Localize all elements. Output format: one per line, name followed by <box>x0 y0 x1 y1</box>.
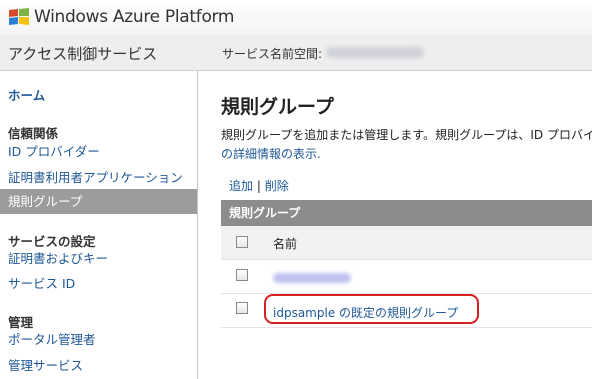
sidebar: ホーム 信頼関係 ID プロバイダー 証明書利用者アプリケーション 規則グループ… <box>0 71 198 379</box>
namespace-value-redacted <box>326 47 424 58</box>
learn-more-link[interactable]: の詳細情報の表示. <box>221 145 321 162</box>
sidebar-item-rule-groups[interactable]: 規則グループ <box>0 189 197 214</box>
select-all-checkbox[interactable] <box>236 236 248 248</box>
rule-group-link-redacted[interactable] <box>273 273 351 283</box>
platform-brand: Windows Azure Platform <box>34 7 235 27</box>
windows-logo-icon <box>9 8 29 25</box>
action-separator: | <box>256 179 261 193</box>
sidebar-item-identity-providers[interactable]: ID プロバイダー <box>0 139 197 164</box>
sidebar-item-certificates-and-keys[interactable]: 証明書およびキー <box>0 246 197 271</box>
action-links: 追加 | 削除 <box>229 177 289 194</box>
sidebar-item-relying-party-applications[interactable]: 証明書利用者アプリケーション <box>0 165 197 190</box>
delete-link[interactable]: 削除 <box>265 179 289 193</box>
sidebar-item-portal-administrators[interactable]: ポータル管理者 <box>0 327 197 352</box>
top-bar: Windows Azure Platform <box>0 0 592 36</box>
service-title: アクセス制御サービス <box>8 45 158 63</box>
namespace-label: サービス名前空間: <box>222 47 323 61</box>
page-title: 規則グループ <box>221 96 334 118</box>
row-checkbox[interactable] <box>236 302 248 314</box>
add-link[interactable]: 追加 <box>229 179 253 193</box>
row-checkbox[interactable] <box>236 269 248 281</box>
table-row: idpsample の既定の規則グループ <box>221 294 592 328</box>
table-row <box>221 260 592 294</box>
service-header: アクセス制御サービス サービス名前空間: <box>0 35 592 71</box>
sidebar-item-home[interactable]: ホーム <box>0 83 197 108</box>
grid-heading: 規則グループ <box>221 200 592 226</box>
sidebar-item-management-service[interactable]: 管理サービス <box>0 353 197 378</box>
column-header-name[interactable]: 名前 <box>273 235 297 252</box>
sidebar-item-service-identities[interactable]: サービス ID <box>0 271 197 296</box>
page-description: 規則グループを追加または管理します。規則グループは、ID プロバイダー <box>221 128 592 142</box>
grid-column-header: 名前 <box>221 226 592 260</box>
rule-group-link[interactable]: idpsample の既定の規則グループ <box>273 304 458 321</box>
